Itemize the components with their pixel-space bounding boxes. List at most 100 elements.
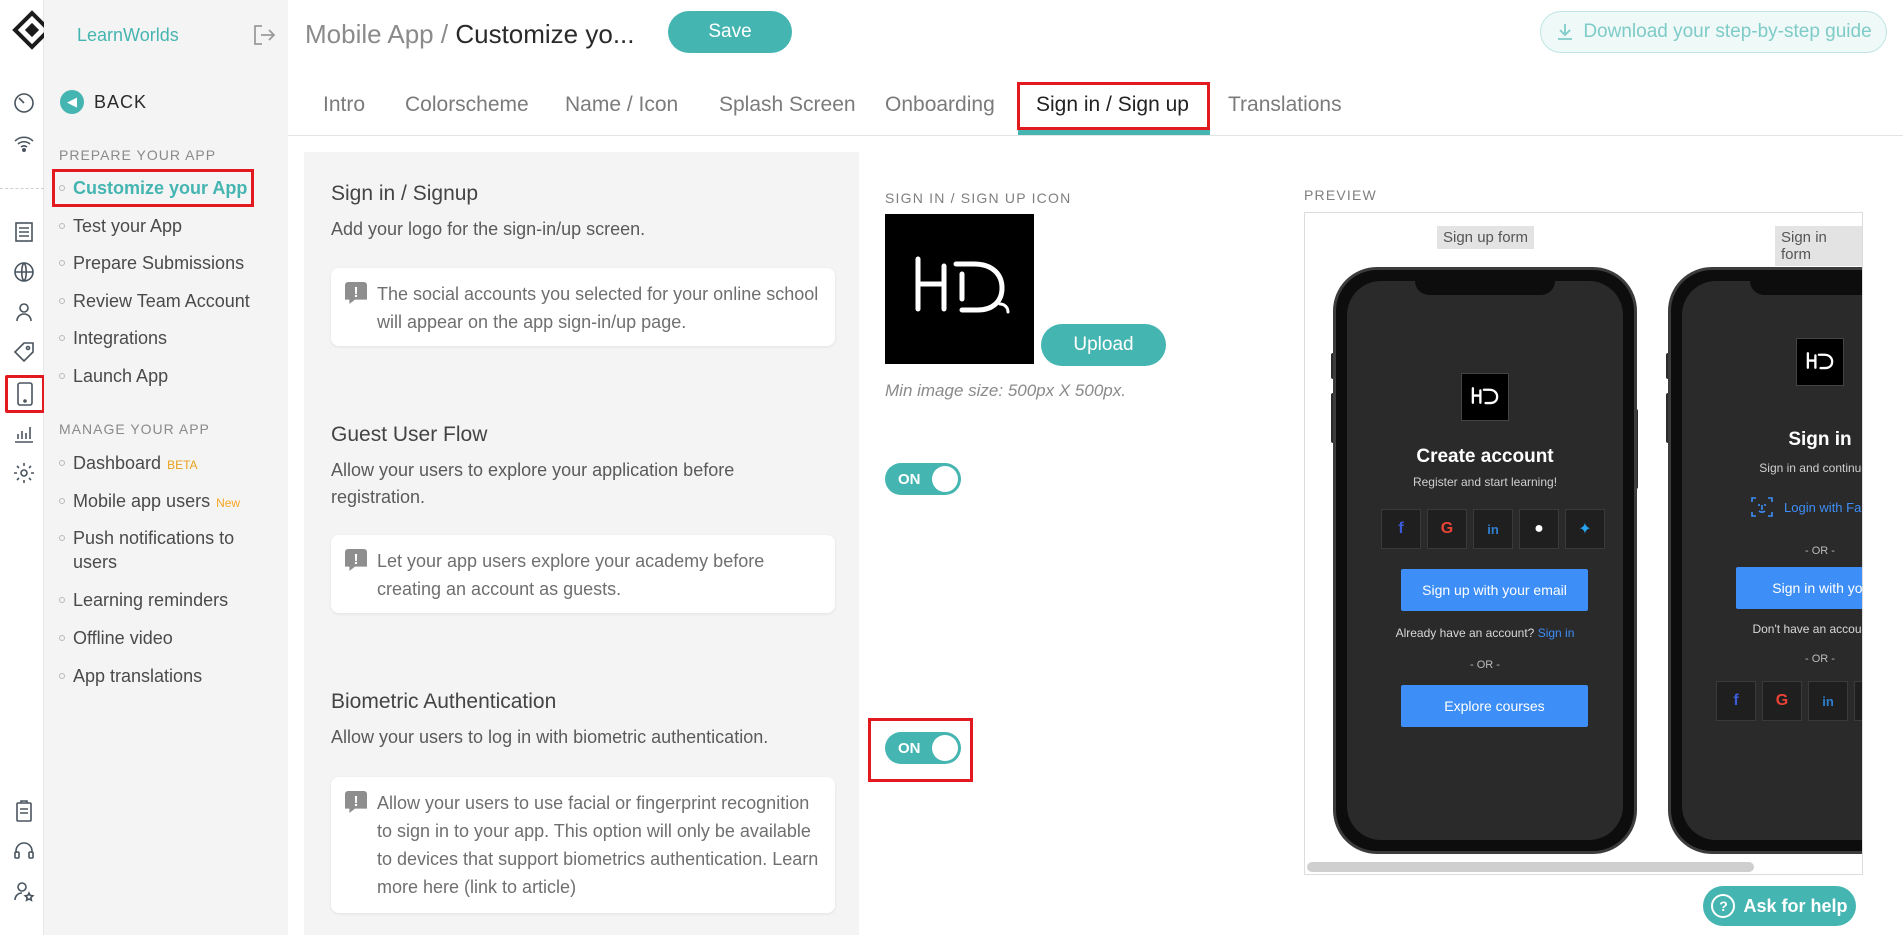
guest-note: ! Let your app users explore your academ…: [331, 535, 835, 613]
signin-phone-screen: Sign in Sign in and continue le Login wi…: [1682, 281, 1862, 840]
nav-label: Offline video: [73, 628, 173, 648]
nav-label: Learning reminders: [73, 590, 229, 610]
upload-button[interactable]: Upload: [1041, 324, 1166, 366]
biometric-note: ! Allow your users to use facial or fing…: [331, 777, 835, 913]
nav-offline-video[interactable]: Offline video: [59, 626, 173, 650]
collapse-sidebar-icon[interactable]: [252, 24, 276, 51]
biometric-note-text: Allow your users to use facial or finger…: [377, 793, 819, 897]
back-button[interactable]: ◀ BACK: [60, 90, 147, 114]
ask-for-help-button[interactable]: ? Ask for help: [1703, 886, 1856, 926]
nav-learning-reminders[interactable]: Learning reminders: [59, 588, 228, 612]
toggle-state-label: ON: [898, 471, 921, 488]
nav-label: Push notifications to users: [73, 528, 235, 572]
phone-social-buttons: f G in ● ✦: [1381, 509, 1605, 549]
active-tab-underline: [1018, 130, 1210, 135]
guest-title: Guest User Flow: [331, 423, 488, 446]
phone-face-id-login: Login with Fa: [1750, 495, 1861, 519]
download-icon: [1558, 24, 1573, 40]
min-image-size-hint: Min image size: 500px X 500px.: [885, 381, 1126, 400]
settings-gear-icon[interactable]: [11, 460, 37, 486]
preview-panel: Sign up form Sign in form Create account…: [1304, 212, 1863, 875]
linkedin-icon: in: [1808, 681, 1848, 721]
face-id-label: Login with Fa: [1784, 499, 1862, 515]
icon-rail: [0, 0, 52, 935]
tab-sign-in-sign-up[interactable]: Sign in / Sign up: [1036, 93, 1189, 117]
phone-signin-subtitle: Sign in and continue le: [1759, 461, 1862, 475]
analytics-icon[interactable]: [11, 420, 37, 446]
bullet-icon: [59, 635, 65, 641]
phone-explore-courses-button: Explore courses: [1401, 685, 1588, 727]
section-title-prepare: PREPARE YOUR APP: [59, 147, 217, 163]
facebook-icon: f: [1716, 681, 1756, 721]
apple-icon: ●: [1854, 681, 1862, 721]
signup-phone-screen: Create account Register and start learni…: [1347, 281, 1623, 840]
signin-title: Sign in / Signup: [331, 182, 479, 205]
phone-notch: [1750, 281, 1862, 295]
breadcrumb-parent[interactable]: Mobile App /: [305, 19, 448, 49]
question-mark-icon: ?: [1711, 894, 1736, 918]
phone-or-divider: - OR -: [1805, 545, 1835, 557]
content-area: Sign in / Signup Add your logo for the s…: [304, 152, 1903, 935]
signin-note-text: The social accounts you selected for you…: [377, 284, 819, 332]
top-bar: Mobile App / Customize yo... Save Downlo…: [288, 0, 1903, 66]
signin-icon-label: SIGN IN / SIGN UP ICON: [885, 190, 1072, 206]
biometric-toggle[interactable]: ON: [885, 732, 961, 764]
signin-logo-preview: [885, 214, 1034, 364]
linkedin-icon: in: [1473, 509, 1513, 549]
speedometer-icon[interactable]: [11, 90, 37, 116]
toggle-knob: [932, 466, 958, 492]
nav-label: Integrations: [73, 328, 168, 348]
clipboard-icon[interactable]: [11, 798, 37, 824]
phone-have-account-text: Already have an account? Sign in: [1347, 626, 1623, 640]
tab-bar: Intro Colorscheme Name / Icon Splash Scr…: [288, 66, 1903, 136]
nav-mobile-app-users[interactable]: Mobile app users New: [59, 489, 240, 515]
guest-note-text: Let your app users explore your academy …: [377, 551, 765, 599]
settings-column: Sign in / Signup Add your logo for the s…: [304, 152, 859, 935]
have-account-label: Already have an account?: [1395, 626, 1535, 640]
info-exclamation-icon: !: [345, 791, 367, 813]
nav-label: App translations: [73, 666, 203, 686]
wifi-icon[interactable]: [11, 130, 37, 156]
tab-name-icon[interactable]: Name / Icon: [565, 93, 678, 117]
nav-app-translations[interactable]: App translations: [59, 664, 202, 688]
tab-intro[interactable]: Intro: [323, 93, 365, 117]
toggle-knob: [932, 735, 958, 761]
nav-review-team-account[interactable]: Review Team Account: [59, 289, 250, 313]
nav-test-app[interactable]: Test your App: [59, 214, 182, 238]
download-guide-label: Download your step-by-step guide: [1583, 21, 1872, 42]
nav-dashboard[interactable]: Dashboard BETA: [59, 451, 198, 477]
users-icon[interactable]: [11, 299, 37, 325]
nav-label: Launch App: [73, 366, 169, 386]
back-arrow-icon: ◀: [60, 90, 84, 114]
nav-push-notifications[interactable]: Push notifications to users: [59, 526, 254, 574]
nav-integrations[interactable]: Integrations: [59, 326, 167, 350]
nav-launch-app[interactable]: Launch App: [59, 364, 168, 388]
save-button[interactable]: Save: [668, 11, 792, 53]
nav-label: Dashboard: [73, 453, 162, 473]
breadcrumb-current: Customize yo...: [455, 19, 635, 49]
pages-icon[interactable]: [11, 219, 37, 245]
bullet-icon: [59, 673, 65, 679]
tab-onboarding[interactable]: Onboarding: [885, 93, 995, 117]
facebook-icon: f: [1381, 509, 1421, 549]
nav-customize-app[interactable]: Customize your App: [51, 169, 255, 207]
new-badge: New: [216, 496, 241, 510]
guest-flow-toggle[interactable]: ON: [885, 463, 961, 495]
globe-icon[interactable]: [11, 259, 37, 285]
bullet-icon: [59, 260, 65, 266]
mobile-app-icon[interactable]: [5, 375, 45, 413]
download-guide-button[interactable]: Download your step-by-step guide: [1540, 11, 1887, 53]
guest-description: Allow your users to explore your applica…: [331, 460, 735, 507]
tag-icon[interactable]: [11, 339, 37, 365]
tab-splash-screen[interactable]: Splash Screen: [719, 93, 856, 117]
breadcrumb: Mobile App / Customize yo...: [305, 19, 635, 50]
tab-translations[interactable]: Translations: [1228, 93, 1342, 117]
user-star-icon[interactable]: [11, 878, 37, 904]
biometric-title: Biometric Authentication: [331, 690, 557, 713]
support-headset-icon[interactable]: [11, 838, 37, 864]
tab-colorscheme[interactable]: Colorscheme: [405, 93, 529, 117]
nav-prepare-submissions[interactable]: Prepare Submissions: [59, 251, 244, 275]
preview-horizontal-scrollbar[interactable]: [1307, 862, 1754, 872]
phone-notch: [1415, 281, 1555, 295]
bullet-icon: [59, 335, 65, 341]
